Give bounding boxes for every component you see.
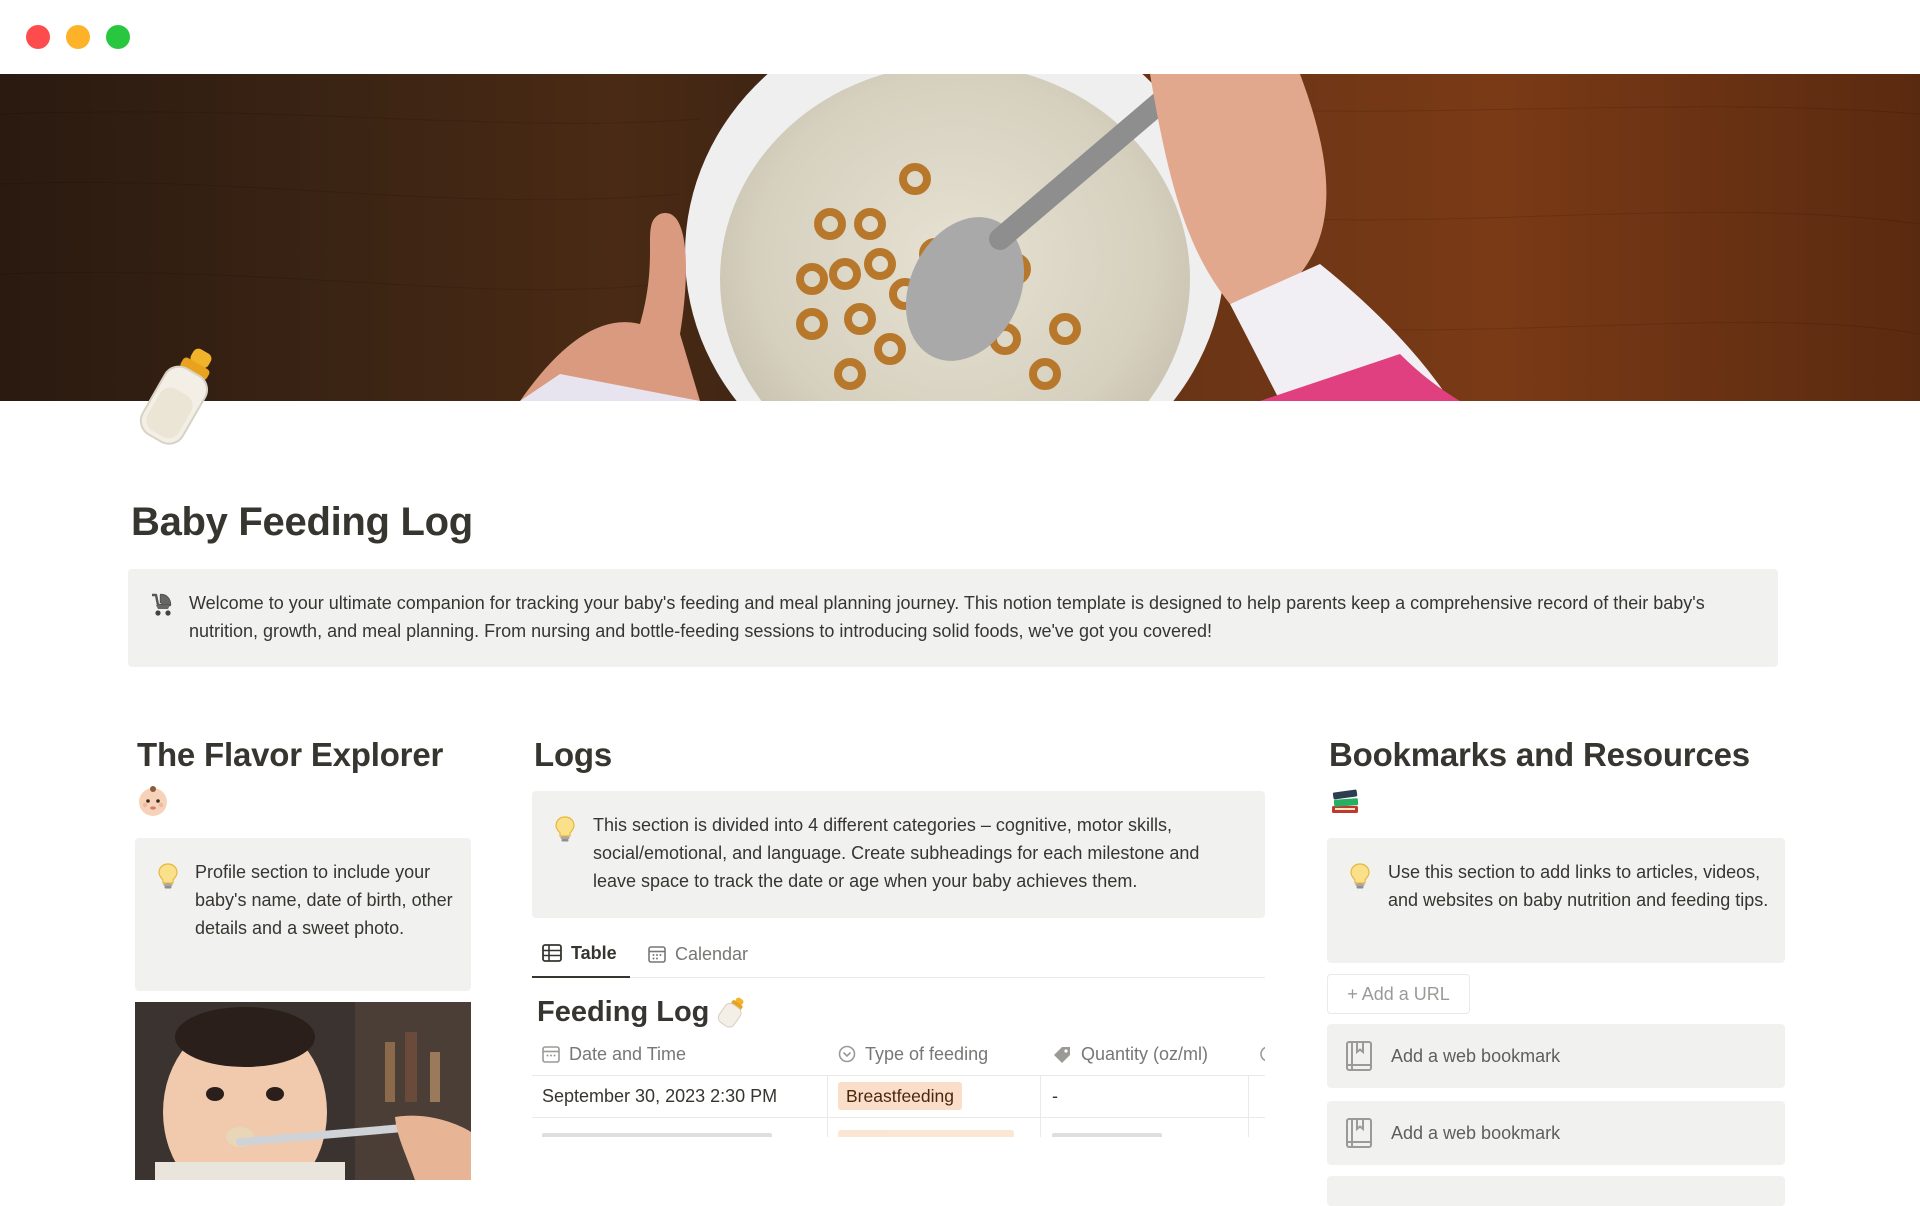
column-header-type[interactable]: Type of feeding [838, 1033, 988, 1075]
table-column-divider [827, 1075, 828, 1137]
feeding-log-title-text: Feeding Log [537, 996, 710, 1028]
web-bookmark-label: Add a web bookmark [1391, 1122, 1561, 1143]
bookmarks-heading[interactable]: Bookmarks and Resources [1329, 733, 1750, 777]
logs-callout[interactable]: This section is divided into 4 different… [532, 791, 1265, 918]
intro-callout-text: Welcome to your ultimate companion for t… [189, 593, 1705, 641]
flavor-callout[interactable]: Profile section to include your baby's n… [135, 838, 471, 991]
partial-column-icon [1260, 1046, 1265, 1062]
bookmark-book-icon [1346, 1118, 1372, 1148]
baby-photo[interactable] [135, 1002, 471, 1180]
baby-eating-photo [135, 1002, 471, 1180]
flavor-explorer-heading[interactable]: The Flavor Explorer [137, 733, 443, 777]
bookmarks-callout[interactable]: Use this section to add links to article… [1327, 838, 1785, 963]
column-header-date[interactable]: Date and Time [542, 1033, 686, 1075]
tab-calendar-label: Calendar [675, 943, 749, 964]
column-header-type-label: Type of feeding [865, 1043, 989, 1064]
cereal-bowl-illustration [0, 74, 1920, 401]
feeding-log-table: Date and Time Type of feeding Quantity (… [532, 1033, 1265, 1137]
table-icon [542, 944, 562, 962]
table-column-divider [1040, 1075, 1041, 1137]
bookmarks-callout-text: Use this section to add links to article… [1388, 862, 1769, 910]
feeding-log-title[interactable]: Feeding Log [537, 990, 749, 1034]
cell-type[interactable]: Breastfeeding [838, 1075, 962, 1117]
select-icon [838, 1045, 856, 1063]
maximize-window-button[interactable] [106, 25, 130, 49]
column-header-overflow[interactable] [1259, 1033, 1265, 1075]
calendar-icon [648, 946, 666, 963]
books-icon [1332, 789, 1359, 813]
lightbulb-icon [1350, 863, 1370, 889]
window-titlebar [0, 0, 1920, 74]
clipped-cell-quantity [1052, 1133, 1162, 1137]
page-cover-image[interactable] [0, 74, 1920, 401]
lightbulb-icon [158, 863, 178, 889]
add-url-button[interactable]: + Add a URL [1327, 974, 1470, 1014]
tab-table[interactable]: Table [532, 930, 630, 978]
web-bookmark-placeholder-clipped[interactable] [1327, 1176, 1785, 1206]
feeding-type-tag: Breastfeeding [838, 1082, 962, 1110]
minimize-window-button[interactable] [66, 25, 90, 49]
database-view-tabs: Table Calendar [532, 930, 1265, 978]
web-bookmark-placeholder[interactable]: Add a web bookmark [1327, 1024, 1785, 1088]
logs-callout-text: This section is divided into 4 different… [593, 815, 1200, 891]
close-window-button[interactable] [26, 25, 50, 49]
table-divider [532, 1117, 1265, 1118]
lightbulb-icon [555, 816, 575, 842]
clipped-cell-date [542, 1133, 772, 1137]
table-column-divider [1248, 1075, 1249, 1137]
cell-quantity[interactable]: - [1052, 1075, 1058, 1117]
logs-heading[interactable]: Logs [534, 733, 612, 777]
bookmark-book-icon [1346, 1041, 1372, 1071]
tab-calendar[interactable]: Calendar [638, 930, 758, 978]
column-header-quantity-label: Quantity (oz/ml) [1081, 1043, 1209, 1064]
web-bookmark-label: Add a web bookmark [1391, 1045, 1561, 1066]
tab-table-label: Table [571, 942, 617, 963]
tag-icon [1054, 1047, 1070, 1063]
column-header-quantity[interactable]: Quantity (oz/ml) [1052, 1033, 1208, 1075]
web-bookmark-placeholder[interactable]: Add a web bookmark [1327, 1101, 1785, 1165]
baby-bottle-icon [718, 997, 744, 1028]
clipped-feeding-type-tag [838, 1130, 1014, 1137]
flavor-callout-text: Profile section to include your baby's n… [195, 862, 453, 938]
stroller-icon [152, 593, 172, 616]
cell-date[interactable]: September 30, 2023 2:30 PM [542, 1075, 777, 1117]
page-title[interactable]: Baby Feeding Log [131, 500, 473, 545]
column-header-date-label: Date and Time [569, 1043, 687, 1064]
calendar-icon [542, 1046, 560, 1063]
intro-callout[interactable]: Welcome to your ultimate companion for t… [128, 569, 1778, 667]
baby-bottle-icon[interactable] [130, 340, 240, 460]
baby-face-icon [139, 786, 167, 816]
